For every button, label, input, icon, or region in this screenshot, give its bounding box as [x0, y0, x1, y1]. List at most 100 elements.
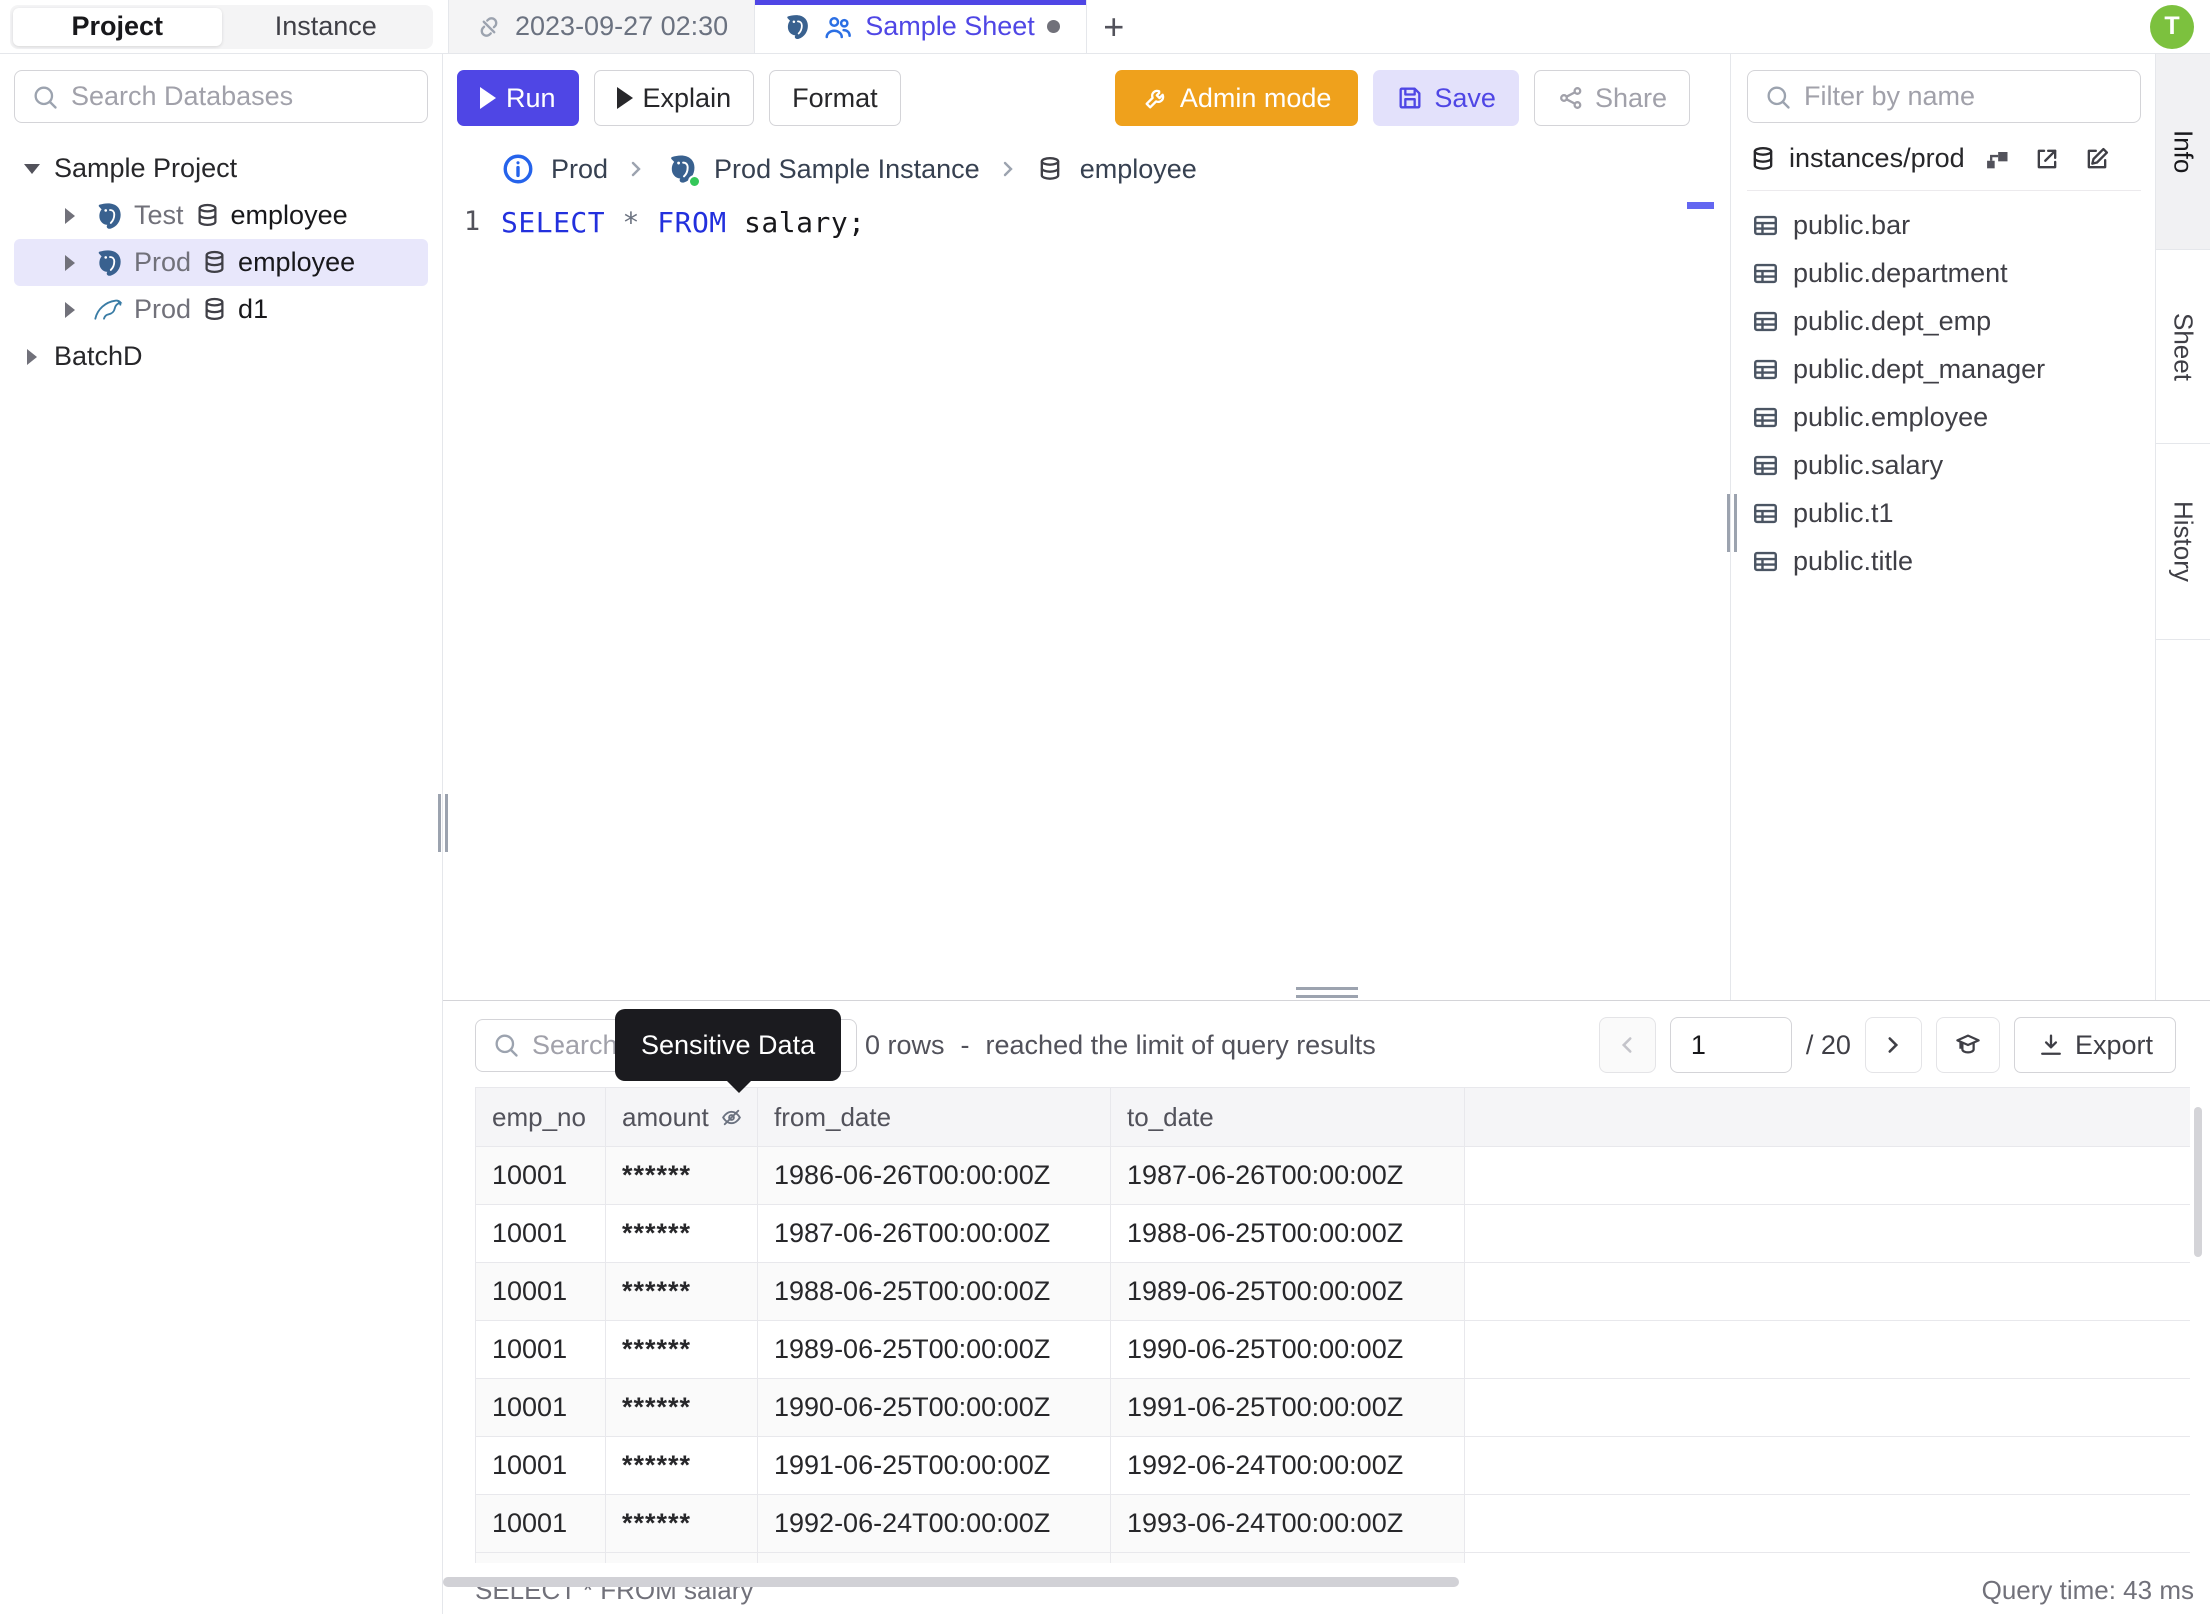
caret-right-icon[interactable] [65, 207, 75, 224]
table-row[interactable]: 10001 ****** 1989-06-25T00:00:00Z 1990-0… [475, 1321, 2190, 1379]
cell-to-date[interactable]: 1988-06-25T00:00:00Z [1111, 1205, 1465, 1263]
cell-filler [1465, 1263, 2190, 1321]
table-list-item[interactable]: public.employee [1747, 393, 2141, 441]
sheet-tab-unsaved[interactable]: 2023-09-27 02:30 [448, 0, 756, 53]
column-header[interactable]: to_date [1111, 1087, 1465, 1147]
database-icon [194, 202, 221, 229]
caret-right-icon[interactable] [65, 254, 75, 271]
cell-amount-masked[interactable]: ****** [606, 1379, 758, 1437]
cell-amount-masked[interactable]: ****** [606, 1263, 758, 1321]
tree-item-test-employee[interactable]: Test employee [14, 192, 428, 239]
breadcrumb-environment[interactable]: Prod [551, 154, 608, 185]
export-button[interactable]: Export [2013, 1017, 2176, 1073]
cell-to-date[interactable]: 1991-06-25T00:00:00Z [1111, 1379, 1465, 1437]
table-list-item[interactable]: public.salary [1747, 441, 2141, 489]
table-list-item[interactable]: public.t1 [1747, 489, 2141, 537]
sql-editor[interactable]: 1 SELECT * FROM salary; [443, 200, 1730, 1000]
page-number-input[interactable] [1669, 1017, 1792, 1073]
vertical-scrollbar[interactable] [2194, 1107, 2202, 1257]
tab-project[interactable]: Project [13, 7, 222, 46]
search-databases-input[interactable] [71, 81, 411, 112]
cell-to-date[interactable]: 1993-06-24T00:00:00Z [1111, 1495, 1465, 1553]
table-row[interactable]: 10001 ****** 1992-06-24T00:00:00Z 1993-0… [475, 1495, 2190, 1553]
results-header: 0 rows - reached the limit of query resu… [443, 1001, 2210, 1093]
table-row-clipped [475, 1553, 2190, 1563]
table-row[interactable]: 10001 ****** 1988-06-25T00:00:00Z 1989-0… [475, 1263, 2190, 1321]
cell-to-date[interactable]: 1990-06-25T00:00:00Z [1111, 1321, 1465, 1379]
table-icon [1751, 451, 1780, 480]
cell-emp-no[interactable]: 10001 [475, 1321, 606, 1379]
sheet-tab-active[interactable]: Sample Sheet [755, 0, 1087, 53]
cell-from-date[interactable]: 1986-06-26T00:00:00Z [758, 1147, 1111, 1205]
caret-right-icon[interactable] [27, 348, 37, 365]
schema-diagram-icon[interactable] [1983, 145, 2011, 173]
table-row[interactable]: 10001 ****** 1990-06-25T00:00:00Z 1991-0… [475, 1379, 2190, 1437]
result-view-button[interactable] [1935, 1017, 2000, 1073]
format-button[interactable]: Format [769, 70, 901, 126]
cell-from-date[interactable]: 1989-06-25T00:00:00Z [758, 1321, 1111, 1379]
caret-right-icon[interactable] [65, 301, 75, 318]
table-list-item[interactable]: public.bar [1747, 201, 2141, 249]
cell-emp-no[interactable]: 10001 [475, 1205, 606, 1263]
cell-from-date[interactable]: 1992-06-24T00:00:00Z [758, 1495, 1111, 1553]
table-list-item[interactable]: public.dept_manager [1747, 345, 2141, 393]
tree-item-batchd[interactable]: BatchD [14, 333, 428, 380]
rail-tab-history[interactable]: History [2156, 444, 2210, 640]
table-row[interactable]: 10001 ****** 1991-06-25T00:00:00Z 1992-0… [475, 1437, 2190, 1495]
cell-emp-no[interactable]: 10001 [475, 1495, 606, 1553]
cell-to-date[interactable]: 1992-06-24T00:00:00Z [1111, 1437, 1465, 1495]
editor-toolbar: Run Explain Format Admin mode Save Share [443, 54, 1730, 140]
rows-info: 0 rows - reached the limit of query resu… [865, 1030, 1376, 1061]
admin-mode-button[interactable]: Admin mode [1114, 70, 1359, 126]
new-tab-button[interactable]: + [1087, 0, 1141, 53]
cell-amount-masked[interactable]: ****** [606, 1205, 758, 1263]
table-row[interactable]: 10001 ****** 1986-06-26T00:00:00Z 1987-0… [475, 1147, 2190, 1205]
caret-down-icon[interactable] [24, 163, 40, 174]
tree-item-sample-project[interactable]: Sample Project [14, 145, 428, 192]
cell-amount-masked[interactable]: ****** [606, 1437, 758, 1495]
column-header[interactable]: from_date [758, 1087, 1111, 1147]
cell-from-date[interactable]: 1990-06-25T00:00:00Z [758, 1379, 1111, 1437]
table-list-item[interactable]: public.department [1747, 249, 2141, 297]
horizontal-scrollbar[interactable] [443, 1577, 1459, 1587]
column-header[interactable]: emp_no [475, 1087, 606, 1147]
table-row[interactable]: 10001 ****** 1987-06-26T00:00:00Z 1988-0… [475, 1205, 2190, 1263]
cell-emp-no[interactable]: 10001 [475, 1379, 606, 1437]
results-resize-handle[interactable] [1295, 987, 1358, 998]
tab-instance[interactable]: Instance [222, 8, 431, 46]
cell-from-date[interactable]: 1988-06-25T00:00:00Z [758, 1263, 1111, 1321]
cell-amount-masked[interactable]: ****** [606, 1321, 758, 1379]
cell-to-date[interactable]: 1989-06-25T00:00:00Z [1111, 1263, 1465, 1321]
table-list-item[interactable]: public.title [1747, 537, 2141, 585]
prev-page-button[interactable] [1598, 1017, 1656, 1073]
tree-item-prod-employee[interactable]: Prod employee [14, 239, 428, 286]
tree-item-prod-d1[interactable]: Prod d1 [14, 286, 428, 333]
cell-from-date[interactable]: 1987-06-26T00:00:00Z [758, 1205, 1111, 1263]
column-header[interactable]: amount [606, 1087, 758, 1147]
save-button[interactable]: Save [1373, 70, 1519, 126]
breadcrumb-instance[interactable]: Prod Sample Instance [714, 154, 980, 185]
cell-to-date[interactable]: 1987-06-26T00:00:00Z [1111, 1147, 1465, 1205]
explain-button[interactable]: Explain [593, 70, 755, 126]
cell-from-date[interactable]: 1991-06-25T00:00:00Z [758, 1437, 1111, 1495]
external-link-icon[interactable] [2033, 145, 2061, 173]
cell-amount-masked[interactable]: ****** [606, 1147, 758, 1205]
edit-icon[interactable] [2083, 145, 2111, 173]
cell-emp-no[interactable]: 10001 [475, 1147, 606, 1205]
run-button[interactable]: Run [457, 70, 579, 126]
share-button[interactable]: Share [1533, 70, 1690, 126]
avatar[interactable]: T [2150, 4, 2194, 49]
cell-amount-masked[interactable]: ****** [606, 1495, 758, 1553]
info-icon[interactable] [501, 152, 535, 186]
cell-emp-no[interactable]: 10001 [475, 1263, 606, 1321]
schema-panel-resize-handle[interactable] [1727, 494, 1737, 552]
rail-tab-sheet[interactable]: Sheet [2156, 250, 2210, 444]
filter-by-name-input[interactable] [1804, 81, 2124, 112]
next-page-button[interactable] [1864, 1017, 1922, 1073]
table-list-item[interactable]: public.dept_emp [1747, 297, 2141, 345]
rail-tab-info[interactable]: Info [2156, 54, 2210, 250]
cell-emp-no[interactable]: 10001 [475, 1437, 606, 1495]
format-label: Format [792, 82, 878, 113]
sql-keyword: FROM [657, 206, 727, 239]
breadcrumb-database[interactable]: employee [1080, 154, 1197, 185]
